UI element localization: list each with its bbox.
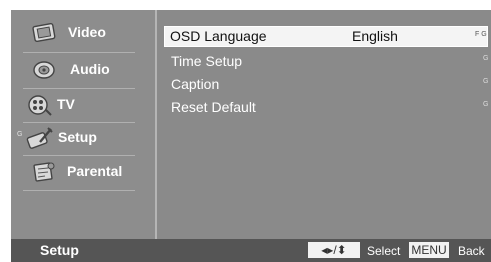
menu-item-label: Reset Default (171, 99, 256, 115)
row-marker: G (483, 78, 489, 85)
audio-icon (31, 58, 57, 82)
menu-item-osd-language[interactable]: OSD Language English F G (164, 26, 488, 47)
setup-menu-panel: OSD Language English F G Time Setup G Ca… (157, 10, 491, 239)
row-marker: F G (475, 31, 487, 38)
video-icon (31, 21, 57, 45)
menu-item-label: Time Setup (171, 53, 243, 69)
setup-icon (26, 126, 53, 150)
sidebar-item-label: Parental (67, 163, 123, 179)
row-marker: G (483, 55, 489, 62)
sidebar-item-label: Audio (70, 61, 110, 77)
tv-osd-screen: Video Audio TV G Setup Parental OSD Lang… (11, 10, 491, 262)
navigate-key-hint: ◂▸/⬍ (308, 242, 360, 258)
sidebar-item-setup[interactable]: G Setup (11, 123, 153, 153)
divider (23, 155, 135, 156)
sidebar-item-tv[interactable]: TV (11, 90, 153, 120)
menu-key-hint: MENU (409, 242, 449, 258)
menu-item-reset-default[interactable]: Reset Default G (165, 97, 489, 117)
row-marker: G (483, 101, 489, 108)
tv-icon (27, 93, 53, 117)
sidebar-item-video[interactable]: Video (11, 18, 153, 48)
menu-item-time-setup[interactable]: Time Setup G (165, 51, 489, 71)
select-hint-label: Select (367, 244, 401, 258)
divider (23, 52, 135, 53)
sidebar-item-audio[interactable]: Audio (11, 55, 153, 85)
back-hint-label: Back (458, 244, 485, 258)
divider (23, 190, 135, 191)
category-sidebar: Video Audio TV G Setup Parental (11, 10, 153, 239)
menu-item-value: English (352, 28, 398, 44)
sidebar-item-label: TV (57, 96, 75, 112)
parental-icon (31, 160, 57, 184)
menu-item-caption[interactable]: Caption G (165, 74, 489, 94)
footer-title: Setup (40, 242, 79, 258)
menu-item-label: Caption (171, 76, 220, 92)
sidebar-item-label: Video (68, 24, 106, 40)
footer-bar: Setup ◂▸/⬍ Select MENU Back (11, 239, 491, 262)
sidebar-item-parental[interactable]: Parental (11, 157, 153, 187)
sidebar-item-label: Setup (58, 129, 97, 145)
selection-marker: G (17, 131, 23, 138)
divider (23, 88, 135, 89)
menu-item-label: OSD Language (170, 28, 267, 44)
